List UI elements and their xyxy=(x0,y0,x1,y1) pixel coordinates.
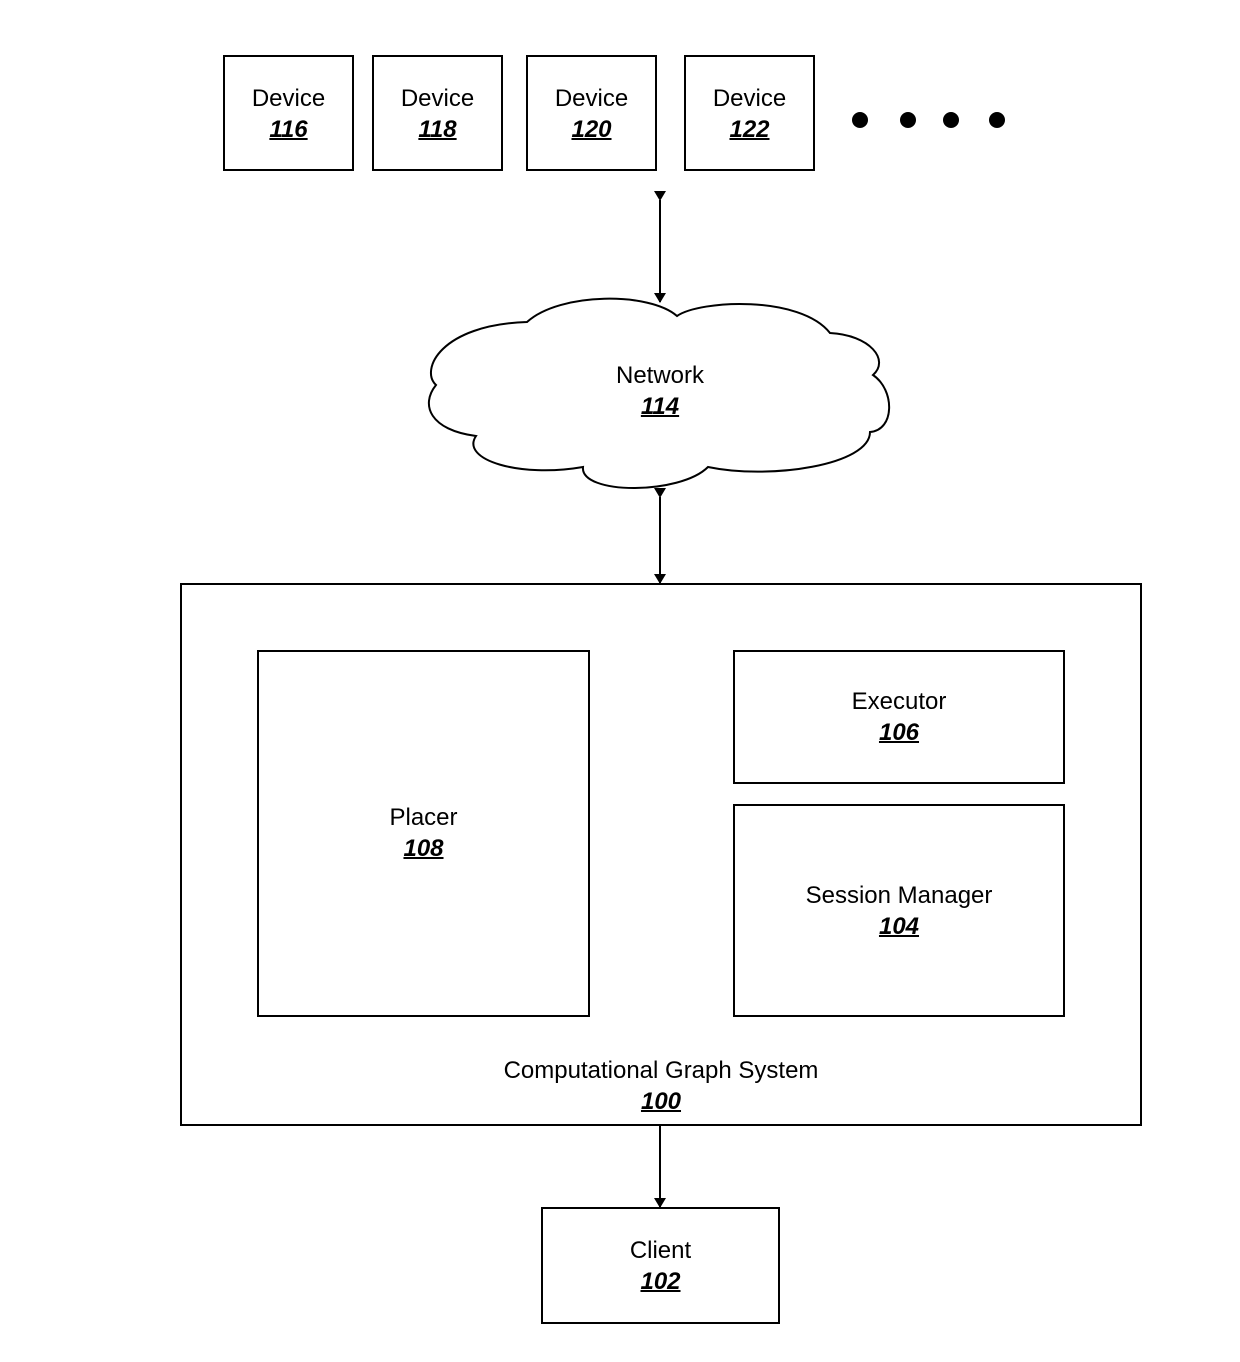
executor: Executor 106 xyxy=(733,650,1065,784)
device-116: Device 116 xyxy=(223,55,354,171)
device-ref: 116 xyxy=(269,116,308,143)
system-label: Computational Graph System xyxy=(503,1057,819,1084)
device-label: Device xyxy=(251,85,326,112)
dot-icon xyxy=(852,112,868,128)
device-122: Device 122 xyxy=(684,55,815,171)
device-ref: 120 xyxy=(571,116,612,143)
placer-label: Placer xyxy=(389,804,458,831)
client: Client 102 xyxy=(541,1207,780,1324)
placer: Placer 108 xyxy=(257,650,590,1017)
system-ref: 100 xyxy=(640,1088,682,1115)
executor-label: Executor xyxy=(851,688,947,715)
client-ref: 102 xyxy=(640,1268,681,1295)
dot-icon xyxy=(900,112,916,128)
dot-icon xyxy=(943,112,959,128)
device-ref: 118 xyxy=(418,116,457,143)
device-118: Device 118 xyxy=(372,55,503,171)
client-label: Client xyxy=(629,1237,692,1264)
device-label: Device xyxy=(554,85,629,112)
session-manager-ref: 104 xyxy=(878,913,920,940)
device-label: Device xyxy=(400,85,475,112)
placer-ref: 108 xyxy=(403,835,444,862)
session-manager-label: Session Manager xyxy=(805,882,993,909)
network-text: Network 114 xyxy=(560,361,760,425)
device-label: Device xyxy=(712,85,787,112)
dot-icon xyxy=(989,112,1005,128)
network-ref: 114 xyxy=(640,393,680,420)
device-120: Device 120 xyxy=(526,55,657,171)
network-label: Network xyxy=(615,362,705,389)
device-ref: 122 xyxy=(729,116,770,143)
executor-ref: 106 xyxy=(878,719,920,746)
session-manager: Session Manager 104 xyxy=(733,804,1065,1017)
